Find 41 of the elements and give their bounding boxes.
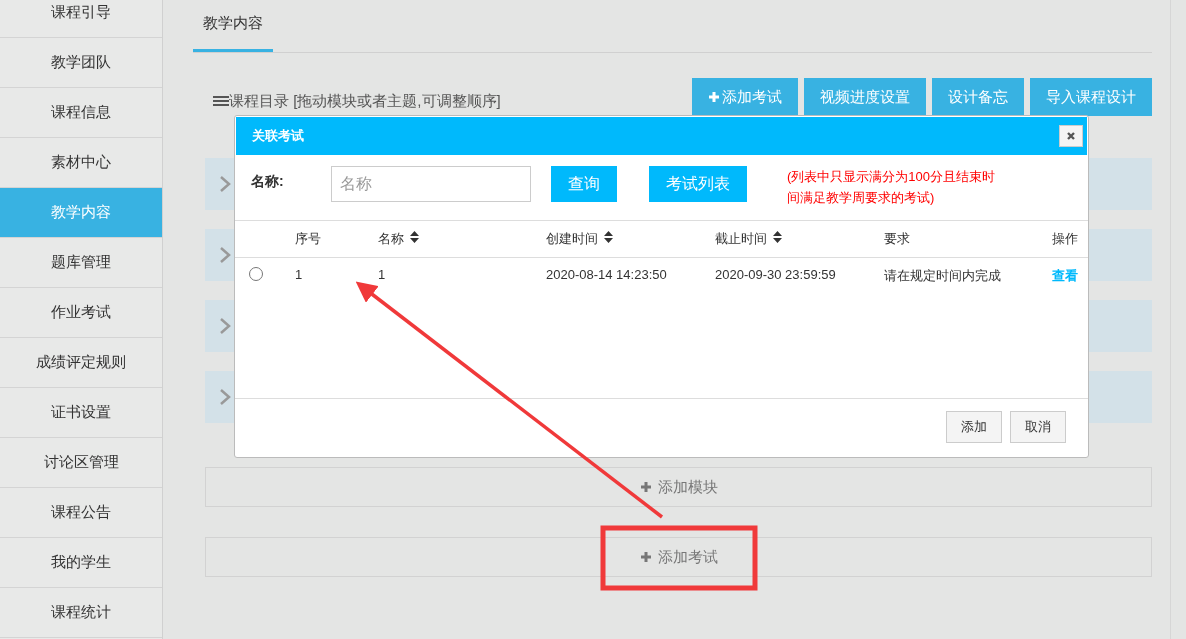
note-text: (列表中只显示满分为100分且结束时间满足教学周要求的考试) xyxy=(787,168,997,207)
sidebar-item[interactable]: 课程信息 xyxy=(0,88,162,138)
tab[interactable]: 教学内容 xyxy=(193,0,273,52)
sidebar-item[interactable]: 课程公告 xyxy=(0,488,162,538)
sidebar-item[interactable]: 题库管理 xyxy=(0,238,162,288)
list-icon xyxy=(213,95,229,107)
dialog-title: 关联考试 xyxy=(252,127,304,145)
table-cell: 1 xyxy=(295,267,303,282)
column-header[interactable]: 截止时间 xyxy=(715,231,767,246)
sidebar-item[interactable]: 证书设置 xyxy=(0,388,162,438)
add-button[interactable]: 添加考试 xyxy=(633,546,724,568)
sidebar-item[interactable]: 课程引导 xyxy=(0,0,162,38)
sidebar-item[interactable]: 讨论区管理 xyxy=(0,438,162,488)
name-label: 名称: xyxy=(251,173,285,191)
table-cell: 2020-09-30 23:59:59 xyxy=(715,267,836,282)
sort-icon xyxy=(604,231,613,246)
footer-button[interactable]: 取消 xyxy=(1010,410,1066,443)
table-cell: 1 xyxy=(378,267,386,282)
table-cell: 2020-08-14 14:23:50 xyxy=(546,267,667,282)
close-button[interactable] xyxy=(1059,125,1083,147)
plus-icon xyxy=(639,551,652,563)
catalog-title: 课程目录 [拖动模块或者主题,可调整顺序] xyxy=(229,91,501,111)
sidebar-item[interactable]: 教学团队 xyxy=(0,38,162,88)
column-header: 操作 xyxy=(1052,231,1078,246)
close-icon xyxy=(1066,131,1076,141)
plus-icon xyxy=(708,91,720,103)
column-header[interactable]: 名称 xyxy=(378,231,404,246)
add-button[interactable]: 添加模块 xyxy=(633,476,724,498)
sort-icon xyxy=(773,231,782,246)
footer-button[interactable]: 添加 xyxy=(946,410,1002,443)
column-header: 要求 xyxy=(884,231,910,246)
plus-icon xyxy=(639,481,652,493)
sidebar-item[interactable]: 课程统计 xyxy=(0,588,162,638)
sort-icon xyxy=(410,231,419,246)
column-header[interactable]: 创建时间 xyxy=(546,231,598,246)
column-header: 序号 xyxy=(295,231,321,246)
table-cell: 请在规定时间内完成 xyxy=(884,268,1001,283)
name-input-field[interactable]: 名称 xyxy=(331,166,531,202)
sidebar-item[interactable]: 作业考试 xyxy=(0,288,162,338)
sidebar-item[interactable]: 我的学生 xyxy=(0,538,162,588)
sidebar-item[interactable]: 成绩评定规则 xyxy=(0,338,162,388)
